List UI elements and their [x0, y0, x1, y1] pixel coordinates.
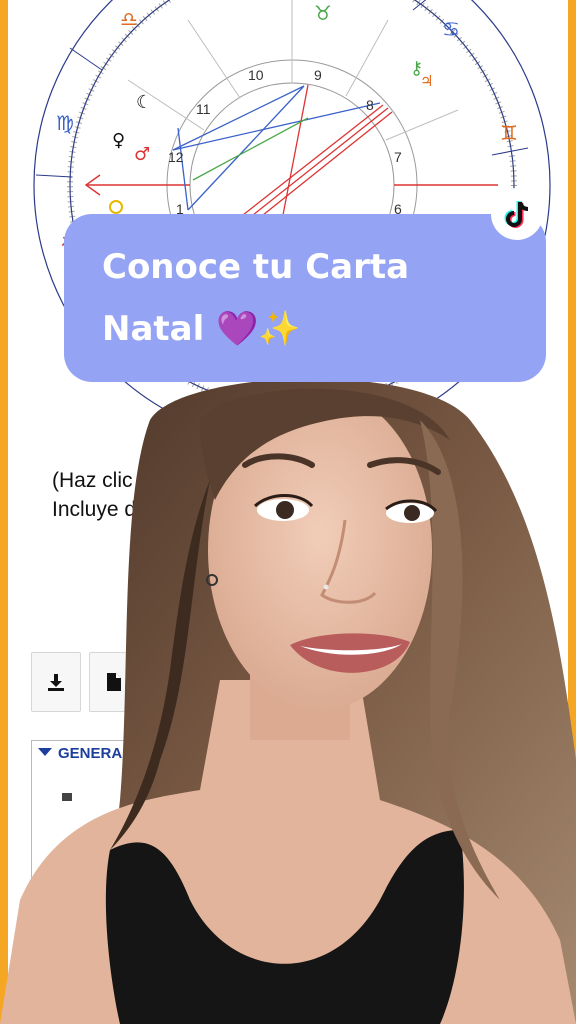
mars-planet-icon: ♂ [134, 144, 150, 165]
cancer-sign-icon: ♋ [442, 17, 460, 41]
banner-line-2: Natal 💜✨ [102, 309, 301, 349]
banner-line-1: Conoce tu Carta [102, 247, 410, 287]
house-number-9: 9 [314, 67, 322, 83]
title-banner: Conoce tu Carta Natal 💜✨ [64, 214, 546, 382]
virgo-sign-icon: ♍ [56, 111, 74, 135]
tiktok-logo-icon [504, 201, 529, 228]
venus-planet-icon: ♀ [112, 130, 125, 151]
house-number-7: 7 [394, 149, 402, 165]
sun-planet-icon [109, 200, 123, 214]
jupiter-planet-icon: ♃ [420, 72, 433, 90]
house-number-12: 12 [168, 149, 184, 165]
taurus-sign-icon: ♉ [314, 1, 332, 25]
house-number-10: 10 [248, 67, 264, 83]
moon-planet-icon: ☾ [136, 92, 152, 113]
gemini-sign-icon: ♊ [500, 121, 518, 145]
house-number-11: 11 [196, 101, 211, 117]
libra-sign-icon: ♎ [120, 7, 138, 31]
presenter-video [0, 380, 576, 1024]
tiktok-logo [491, 188, 543, 240]
house-number-8: 8 [366, 97, 374, 113]
